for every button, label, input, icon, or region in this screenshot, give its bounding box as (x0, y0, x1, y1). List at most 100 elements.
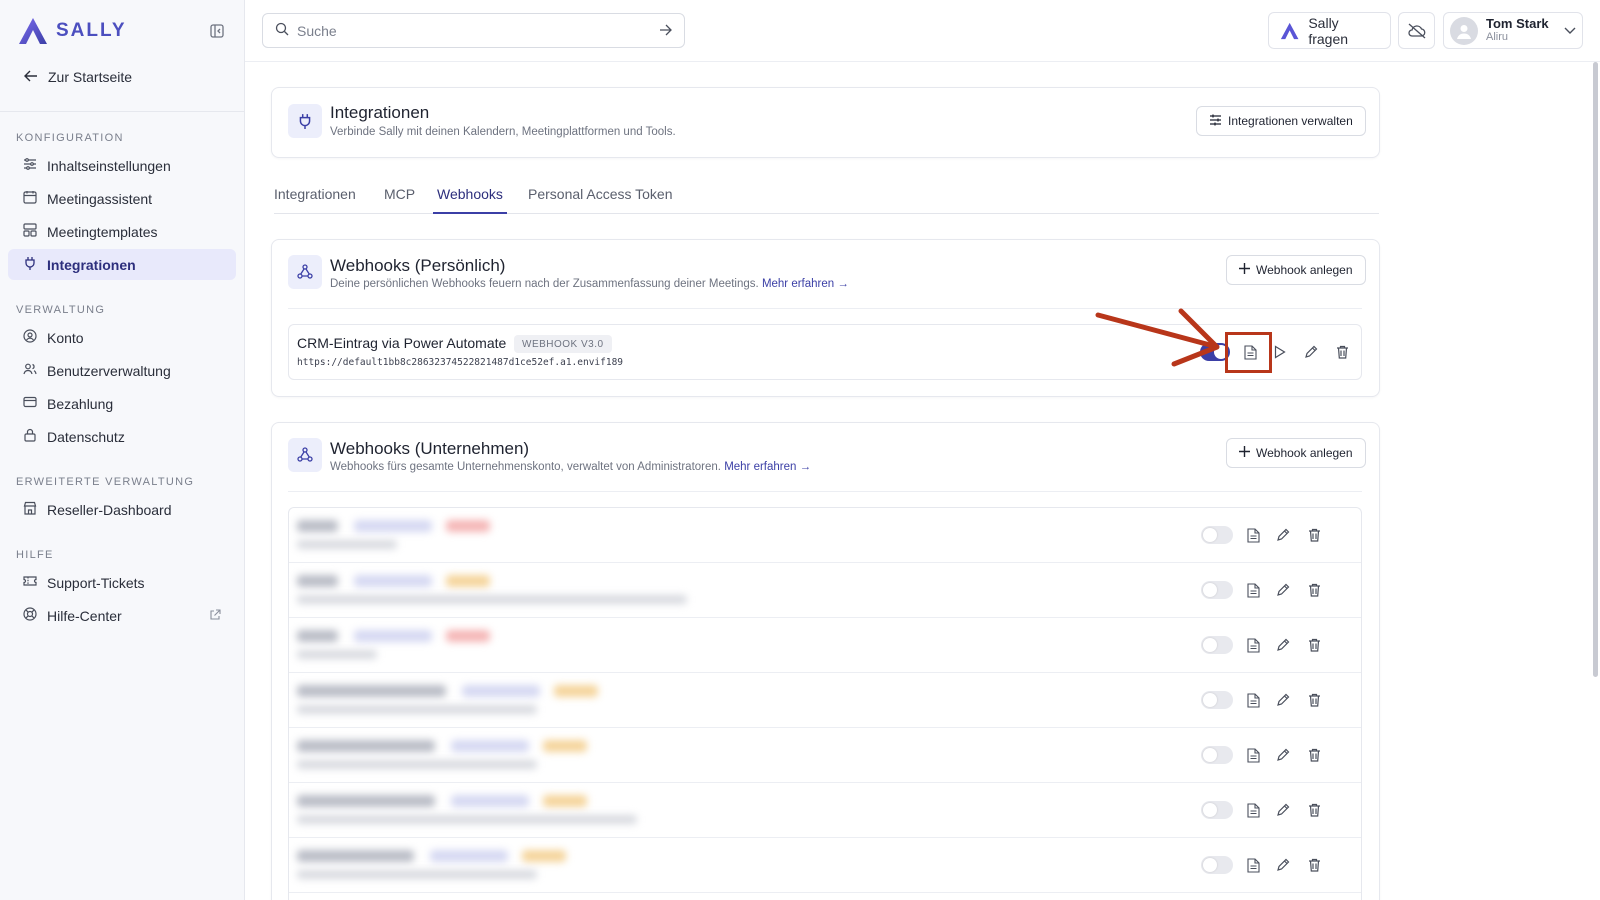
trash-icon[interactable] (1333, 343, 1351, 361)
sidebar-item-label: Meetingassistent (47, 190, 153, 207)
pencil-icon[interactable] (1274, 856, 1292, 874)
tab-mcp[interactable]: MCP (384, 186, 415, 214)
redacted-status (446, 575, 490, 587)
sidebar-item-reseller-dashboard[interactable]: Reseller-Dashboard (8, 494, 236, 525)
store-icon (23, 501, 37, 518)
plus-icon (1239, 263, 1250, 277)
section-title-hilfe: HILFE (16, 549, 54, 561)
add-webhook-label: Webhook anlegen (1256, 446, 1353, 460)
trash-icon[interactable] (1305, 856, 1323, 874)
webhook-enabled-toggle[interactable] (1201, 856, 1233, 874)
sidebar-item-label: Datenschutz (47, 428, 125, 445)
sidebar: SALLY Zur Startseite KONFIGURATION Inhal… (0, 0, 245, 900)
trash-icon[interactable] (1305, 746, 1323, 764)
tab-integrationen[interactable]: Integrationen (274, 186, 356, 214)
brand-name: SALLY (56, 20, 127, 41)
document-icon[interactable] (1244, 581, 1262, 599)
pencil-icon[interactable] (1274, 746, 1292, 764)
sidebar-item-hilfe-center[interactable]: Hilfe-Center (8, 600, 236, 631)
redacted-badge (451, 740, 529, 752)
add-webhook-label: Webhook anlegen (1256, 263, 1353, 277)
tab-webhooks[interactable]: Webhooks (433, 186, 507, 214)
add-personal-webhook-button[interactable]: Webhook anlegen (1226, 255, 1366, 285)
company-webhook-list (288, 507, 1362, 900)
trash-icon[interactable] (1305, 526, 1323, 544)
redacted-url (297, 650, 377, 659)
back-to-home-link[interactable]: Zur Startseite (0, 62, 244, 92)
sidebar-item-label: Hilfe-Center (47, 607, 122, 624)
redacted-name (297, 685, 446, 697)
users-icon (23, 362, 37, 379)
trash-icon[interactable] (1305, 581, 1323, 599)
webhook-enabled-toggle[interactable] (1201, 526, 1233, 544)
sidebar-item-meetingassistent[interactable]: Meetingassistent (8, 183, 236, 214)
webhook-name: CRM-Eintrag via Power Automate (297, 335, 507, 351)
pencil-icon[interactable] (1274, 801, 1292, 819)
plug-icon (288, 104, 322, 138)
plus-icon (1239, 446, 1250, 460)
trash-icon[interactable] (1305, 691, 1323, 709)
document-icon[interactable] (1244, 801, 1262, 819)
redacted-status (446, 630, 490, 642)
ask-sally-label: Sally fragen (1308, 14, 1349, 47)
sidebar-item-label: Integrationen (47, 256, 136, 273)
sidebar-divider (0, 111, 244, 112)
sidebar-collapse-icon[interactable] (206, 20, 228, 42)
pencil-icon[interactable] (1274, 691, 1292, 709)
sidebar-item-inhaltseinstellungen[interactable]: Inhaltseinstellungen (8, 150, 236, 181)
pencil-icon[interactable] (1274, 581, 1292, 599)
webhook-url: https://default1bb8c28632374522821487d1c… (297, 357, 624, 368)
redacted-badge (462, 685, 540, 697)
sally-logo[interactable]: SALLY (16, 16, 127, 46)
more-info-link[interactable]: Mehr erfahren → (724, 461, 811, 473)
search-input[interactable]: Suche (262, 13, 685, 48)
sidebar-item-benutzerverwaltung[interactable]: Benutzerverwaltung (8, 355, 236, 386)
document-icon[interactable] (1244, 856, 1262, 874)
document-icon[interactable] (1244, 526, 1262, 544)
redacted-url (297, 815, 637, 824)
pencil-icon[interactable] (1302, 343, 1320, 361)
document-icon[interactable] (1244, 636, 1262, 654)
webhook-enabled-toggle[interactable] (1201, 691, 1233, 709)
trash-icon[interactable] (1305, 801, 1323, 819)
manage-integrations-button[interactable]: Integrationen verwalten (1196, 106, 1366, 136)
sidebar-item-integrationen[interactable]: Integrationen (8, 249, 236, 280)
redacted-badge (354, 520, 432, 532)
add-company-webhook-button[interactable]: Webhook anlegen (1226, 438, 1366, 468)
personal-webhooks-title: Webhooks (Persönlich) (330, 256, 506, 275)
page-scrollbar[interactable] (1593, 62, 1598, 677)
webhook-enabled-toggle[interactable] (1201, 801, 1233, 819)
card-divider (288, 491, 1362, 492)
sidebar-item-datenschutz[interactable]: Datenschutz (8, 421, 236, 452)
topbar: Suche Sally fragen Tom Stark Aliru (245, 0, 1600, 62)
sidebar-item-bezahlung[interactable]: Bezahlung (8, 388, 236, 419)
pencil-icon[interactable] (1274, 526, 1292, 544)
sidebar-item-label: Reseller-Dashboard (47, 501, 172, 518)
document-icon[interactable] (1244, 746, 1262, 764)
sidebar-item-konto[interactable]: Konto (8, 322, 236, 353)
user-menu[interactable]: Tom Stark Aliru (1443, 12, 1583, 49)
arrow-right-icon[interactable] (659, 23, 672, 39)
tab-personal-access-token[interactable]: Personal Access Token (528, 186, 673, 214)
webhook-enabled-toggle[interactable] (1201, 581, 1233, 599)
company-webhook-row (289, 673, 1361, 728)
webhook-enabled-toggle[interactable] (1201, 636, 1233, 654)
play-icon[interactable] (1271, 343, 1289, 361)
pencil-icon[interactable] (1274, 636, 1292, 654)
sidebar-item-meetingtemplates[interactable]: Meetingtemplates (8, 216, 236, 247)
redacted-url (297, 705, 537, 714)
redacted-badge (354, 630, 432, 642)
chevron-down-icon (1564, 22, 1576, 40)
trash-icon[interactable] (1305, 636, 1323, 654)
redacted-name (297, 520, 338, 532)
template-icon (23, 223, 37, 240)
ask-sally-button[interactable]: Sally fragen (1268, 12, 1391, 49)
document-icon[interactable] (1244, 691, 1262, 709)
avatar (1450, 16, 1478, 45)
cloud-off-icon[interactable] (1398, 12, 1435, 49)
webhook-enabled-toggle[interactable] (1201, 746, 1233, 764)
redacted-name (297, 575, 338, 587)
external-link-icon (209, 608, 221, 624)
sidebar-item-support-tickets[interactable]: Support-Tickets (8, 567, 236, 598)
more-info-link[interactable]: Mehr erfahren → (762, 278, 849, 290)
